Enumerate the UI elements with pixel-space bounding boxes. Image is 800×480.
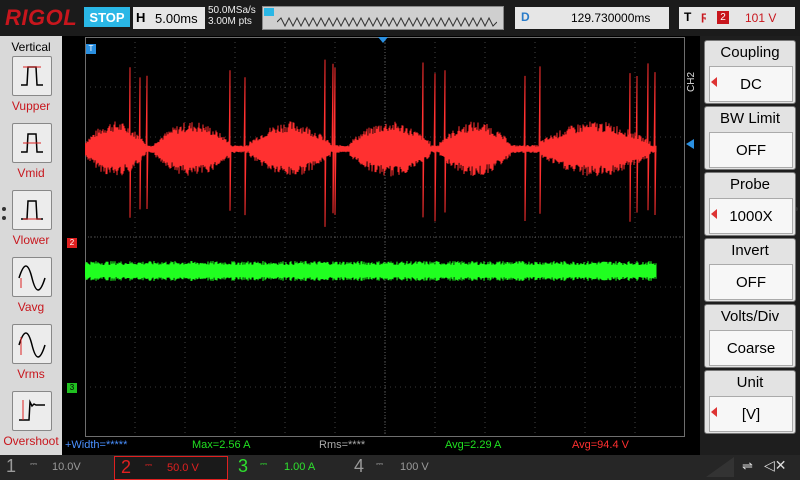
volts-div-value: Coarse: [709, 330, 793, 366]
trigger-display[interactable]: T ϝ 2 101 V: [679, 7, 795, 29]
bw-limit-title: BW Limit: [720, 110, 780, 127]
vmid-icon: [21, 133, 43, 153]
probe-menu[interactable]: Probe 1000X: [704, 172, 796, 236]
trigger-position-marker[interactable]: [378, 37, 388, 43]
memory-overview: [262, 6, 504, 30]
coupling-arrow-icon: [711, 77, 717, 87]
sample-rate: 50.0MSa/s: [208, 5, 256, 16]
graticule: [85, 37, 685, 437]
ch4-coupling-icon: ⎓: [376, 459, 384, 469]
ch2-scale: 50.0 V: [167, 462, 199, 474]
vupper-icon: [21, 66, 43, 86]
rms-measurement: Rms=****: [319, 439, 366, 451]
ch1-offset-marker[interactable]: T: [86, 44, 96, 54]
vrms-icon: [18, 332, 46, 358]
ch2-number: 2: [121, 457, 132, 477]
horizontal-scale[interactable]: H 5.00ms: [133, 7, 205, 29]
menu-channel-tag: CH2: [686, 71, 697, 92]
measurement-bar: +Width=***** Max=2.56 A Rms=**** Avg=2.2…: [62, 438, 686, 454]
max-measurement: Max=2.56 A: [192, 439, 251, 451]
unit-title: Unit: [736, 374, 764, 391]
vlower-label: Vlower: [12, 233, 50, 247]
volts-div-menu[interactable]: Volts/Div Coarse: [704, 304, 796, 368]
coupling-title: Coupling: [720, 44, 780, 61]
vmid-button[interactable]: [12, 123, 52, 163]
ch2-coupling-icon: ⎓: [145, 460, 153, 470]
ch3-coupling-icon: ⎓: [260, 459, 268, 469]
unit-value: [V]: [709, 396, 793, 432]
memory-depth: 3.00M pts: [208, 16, 252, 27]
ch3-indicator[interactable]: 3 ⎓ 1.00 A: [234, 456, 344, 478]
ch3-offset-marker[interactable]: 3: [67, 383, 77, 393]
vavg-button[interactable]: [12, 257, 52, 297]
usb-icon: ⇌: [742, 458, 753, 473]
delay-key: D: [521, 10, 530, 24]
overshoot-icon: [19, 399, 45, 421]
trigger-level: 101 V: [745, 11, 777, 25]
overshoot-label: Overshoot: [3, 434, 59, 448]
volts-div-title: Volts/Div: [720, 308, 780, 325]
menu-arrow-icon: [706, 457, 734, 477]
vlower-icon: [21, 200, 43, 220]
top-bar: RIGOL STOP H 5.00ms 50.0MSa/s 3.00M pts …: [0, 0, 800, 36]
ch4-scale: 100 V: [400, 461, 429, 473]
status-icons: ⇌ ◁✕: [706, 457, 796, 477]
avg-ch2-measurement: Avg=94.4 V: [572, 439, 629, 451]
ch2-offset-marker[interactable]: 2: [67, 238, 77, 248]
invert-menu[interactable]: Invert OFF: [704, 238, 796, 302]
rising-edge-icon: ϝ: [701, 9, 707, 23]
invert-title: Invert: [731, 242, 769, 259]
bw-limit-menu[interactable]: BW Limit OFF: [704, 106, 796, 170]
vrms-label: Vrms: [17, 367, 45, 381]
ch2-waveform: [85, 59, 657, 227]
memory-position-marker: [264, 8, 274, 16]
left-page-dot-icon: [2, 216, 6, 220]
run-state-badge[interactable]: STOP: [84, 7, 130, 27]
horizontal-key: H: [136, 10, 146, 25]
delay-value: 129.730000ms: [571, 11, 651, 25]
rigol-logo: RIGOL: [5, 5, 78, 30]
vrms-button[interactable]: [12, 324, 52, 364]
delay-display[interactable]: D 129.730000ms: [515, 7, 669, 29]
ch4-indicator[interactable]: 4 ⎓ 100 V: [352, 456, 462, 478]
left-menu-title: Vertical: [11, 40, 51, 54]
trigger-source: 2: [717, 11, 729, 24]
probe-title: Probe: [729, 176, 771, 193]
ch1-number: 1: [6, 456, 17, 476]
ch3-scale: 1.00 A: [284, 461, 316, 473]
ch3-waveform: [85, 260, 657, 282]
vlower-button[interactable]: [12, 190, 52, 230]
unit-menu[interactable]: Unit [V]: [704, 370, 796, 434]
memory-waveform-preview: [277, 17, 497, 27]
probe-value: 1000X: [709, 198, 793, 234]
ch1-scale: 10.0V: [52, 461, 81, 473]
speaker-muted-icon: ◁✕: [764, 457, 787, 473]
invert-value: OFF: [709, 264, 793, 300]
ch1-indicator[interactable]: 1 ⎓ 10.0V: [0, 456, 114, 478]
ch3-number: 3: [238, 456, 249, 476]
coupling-value: DC: [709, 66, 793, 102]
vupper-button[interactable]: [12, 56, 52, 96]
vupper-label: Vupper: [11, 99, 51, 113]
waveform-display[interactable]: [85, 37, 685, 437]
acquisition-info: 50.0MSa/s 3.00M pts: [208, 5, 256, 27]
vavg-label: Vavg: [17, 300, 45, 314]
unit-arrow-icon: [711, 407, 717, 417]
coupling-menu[interactable]: Coupling DC: [704, 40, 796, 104]
bw-limit-value: OFF: [709, 132, 793, 168]
trigger-key: T: [684, 10, 692, 24]
width-measurement: +Width=*****: [65, 439, 128, 451]
left-page-dot-icon: [2, 207, 6, 211]
ch1-coupling-icon: ⎓: [30, 459, 38, 469]
avg-ch3-measurement: Avg=2.29 A: [445, 439, 502, 451]
horizontal-value: 5.00ms: [155, 11, 198, 26]
ch2-indicator[interactable]: 2 ⎓ 50.0 V: [114, 456, 228, 480]
overshoot-button[interactable]: [12, 391, 52, 431]
trigger-level-marker[interactable]: [686, 139, 694, 149]
vmid-label: Vmid: [17, 166, 45, 180]
ch4-number: 4: [354, 456, 365, 476]
vavg-icon: [18, 265, 46, 291]
probe-arrow-icon: [711, 209, 717, 219]
